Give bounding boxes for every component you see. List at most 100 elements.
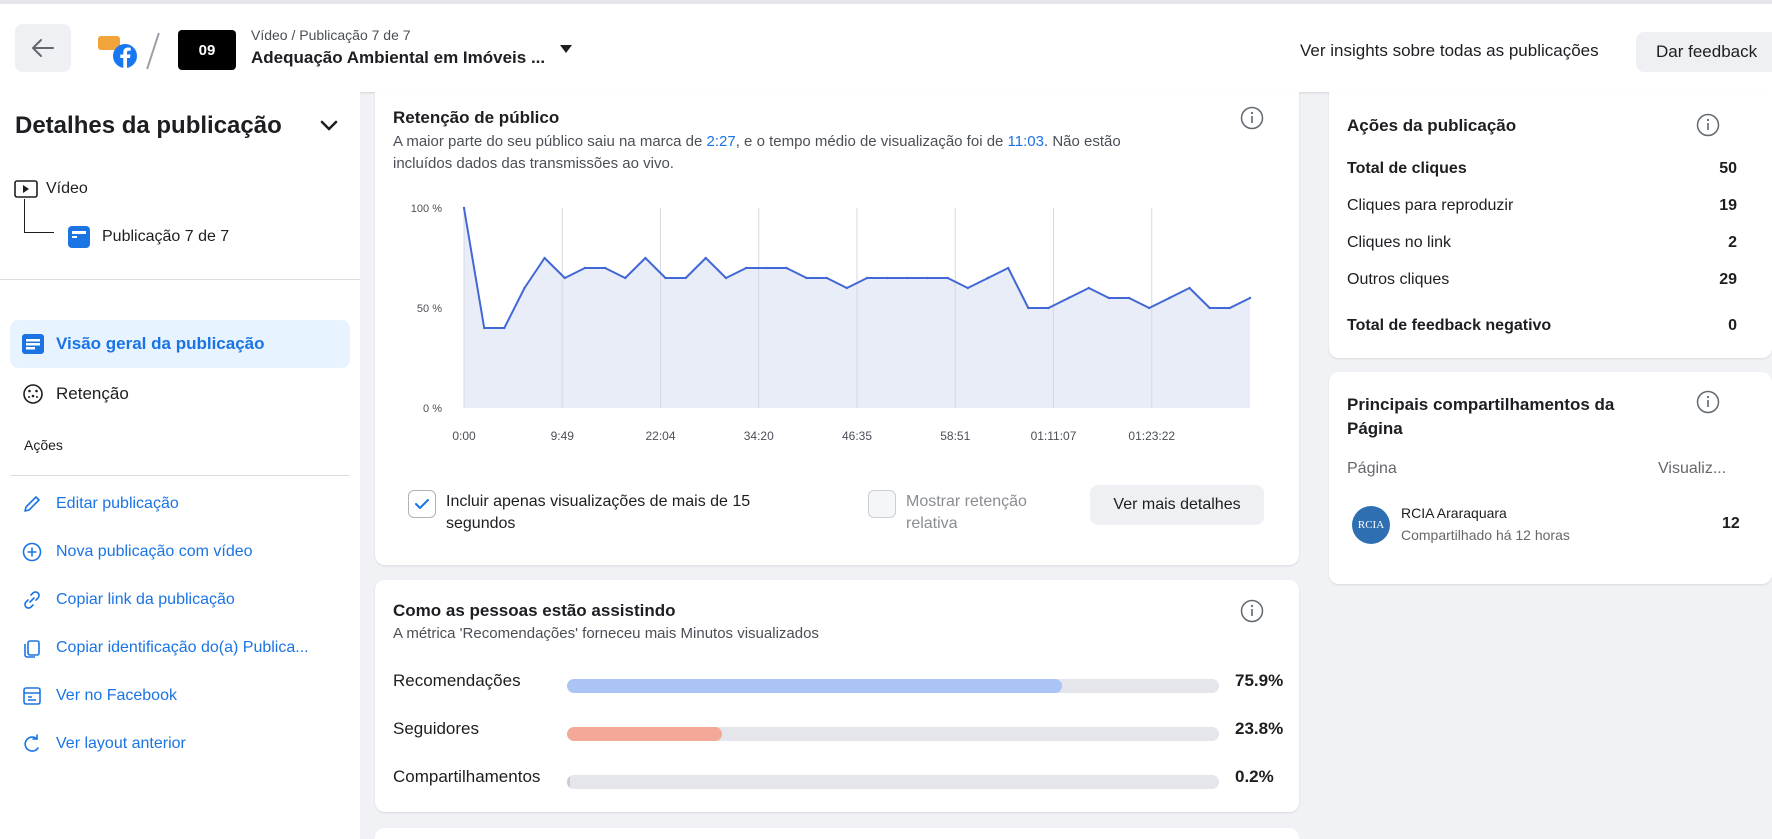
column-header-views: Visualiz... [1658,460,1727,477]
source-row-followers: Seguidores 23.8% [393,719,1285,743]
x-tick-label: 01:11:07 [1031,429,1077,443]
retention-point [1208,306,1211,310]
new-video-post-link[interactable]: Nova publicação com vídeo [22,542,253,562]
refresh-icon [24,734,39,752]
tree-item-post[interactable]: Publicação 7 de 7 [68,226,229,248]
copy-icon [24,640,40,658]
share-page-name[interactable]: RCIA Araraquara [1401,505,1507,521]
source-percent: 75.9% [1235,671,1284,690]
chevron-down-icon[interactable] [320,120,338,132]
tree-item-video[interactable]: Vídeo [14,180,88,198]
retention-point [765,266,768,270]
view-on-facebook-link[interactable]: Ver no Facebook [22,686,177,706]
info-icon[interactable] [1240,599,1264,623]
info-icon[interactable] [1696,113,1720,137]
tree-post-label: Publicação 7 de 7 [102,228,230,245]
retention-point [1148,306,1151,310]
caret-down-icon[interactable] [559,44,573,54]
source-bar-fill [567,679,1062,693]
retention-point [845,286,849,290]
metric-row: Cliques no link 2 [1347,234,1737,252]
retention-point [644,256,647,260]
page-avatar[interactable]: RCIA [1352,506,1390,544]
previous-layout-link[interactable]: Ver layout anterior [22,734,186,754]
post-actions-title: Ações da publicação [1347,116,1517,135]
retention-point [624,276,627,280]
retention-point [906,276,909,280]
source-bar-track [567,679,1219,693]
next-card [375,828,1299,839]
retention-description: A maior parte do seu público saiu na mar… [393,131,1253,175]
source-label: Recomendações [393,671,521,690]
x-tick-label: 0:00 [452,429,476,443]
nav-item-retention[interactable]: Retenção [10,370,350,418]
copy-post-id-link[interactable]: Copiar identificação do(a) Publica... [22,638,309,658]
tree-video-label: Vídeo [46,180,88,197]
retention-point [563,276,566,280]
edit-post-link[interactable]: Editar publicação [22,494,179,514]
feedback-button[interactable]: Dar feedback [1636,32,1772,72]
retention-point [1007,266,1010,270]
post-title: Adequação Ambiental em Imóveis ... [251,48,546,67]
metric-row: Outros cliques 29 [1347,271,1737,289]
retention-point [543,256,546,260]
include-15s-checkbox[interactable] [408,490,436,518]
retention-point [1067,296,1070,300]
action-label: Copiar link da publicação [56,591,235,608]
retention-point [986,276,990,280]
retention-point [684,276,687,280]
copy-post-link[interactable]: Copiar link da publicação [22,590,235,610]
y-tick-label: 0 % [423,403,442,415]
retention-point [523,286,526,290]
metric-label: Total de cliques [1347,160,1467,177]
retention-point [1248,296,1252,300]
overview-icon [22,334,44,354]
nav-item-overview[interactable]: Visão geral da publicação [10,320,350,368]
retention-point [1168,296,1171,300]
info-icon[interactable] [1696,390,1720,414]
retention-point [503,326,506,330]
x-tick-label: 46:35 [842,429,872,443]
retention-point [462,206,466,210]
metric-value: 19 [1719,197,1737,214]
source-bar-track [567,775,1219,789]
retention-point [1107,296,1111,300]
metric-row: Total de feedback negativo 0 [1347,317,1737,335]
source-row-shares: Compartilhamentos 0.2% [393,767,1285,791]
action-label: Nova publicação com vídeo [56,543,253,560]
retention-point [825,276,828,280]
watching-description: A métrica 'Recomendações' forneceu mais … [393,625,819,642]
retention-title: Retenção de público [393,108,560,127]
x-tick-label: 22:04 [645,429,675,443]
retention-point [483,326,486,330]
arrow-left-icon [32,39,54,57]
retention-point [946,276,949,280]
avg-time: 11:03 [1007,133,1044,150]
retention-point [1188,286,1191,290]
drop-time: 2:27 [706,133,736,150]
all-insights-link[interactable]: Ver insights sobre todas as publicações [1300,41,1599,61]
info-icon[interactable] [1240,106,1264,130]
metric-value: 29 [1719,271,1737,288]
video-thumbnail[interactable]: 09 [178,30,236,70]
y-tick-label: 100 % [411,203,442,215]
video-icon [14,180,38,198]
share-time: Compartilhado há 12 horas [1401,527,1570,543]
retention-point [886,276,889,280]
source-percent: 23.8% [1235,719,1284,738]
more-details-button[interactable]: Ver mais detalhes [1090,485,1264,525]
metric-label: Total de feedback negativo [1347,317,1552,334]
relative-retention-checkbox[interactable] [868,490,896,518]
retention-point [1127,296,1131,300]
retention-icon [23,384,43,404]
share-views: 12 [1722,515,1740,532]
action-label: Ver layout anterior [56,735,186,752]
source-label: Compartilhamentos [393,767,541,786]
retention-point [664,276,667,280]
breadcrumb-divider [146,32,160,70]
back-button[interactable] [15,24,71,72]
tree-connector [24,199,54,233]
source-bar-fill [567,727,723,741]
metric-value: 0 [1728,317,1737,334]
retention-point [745,266,748,270]
